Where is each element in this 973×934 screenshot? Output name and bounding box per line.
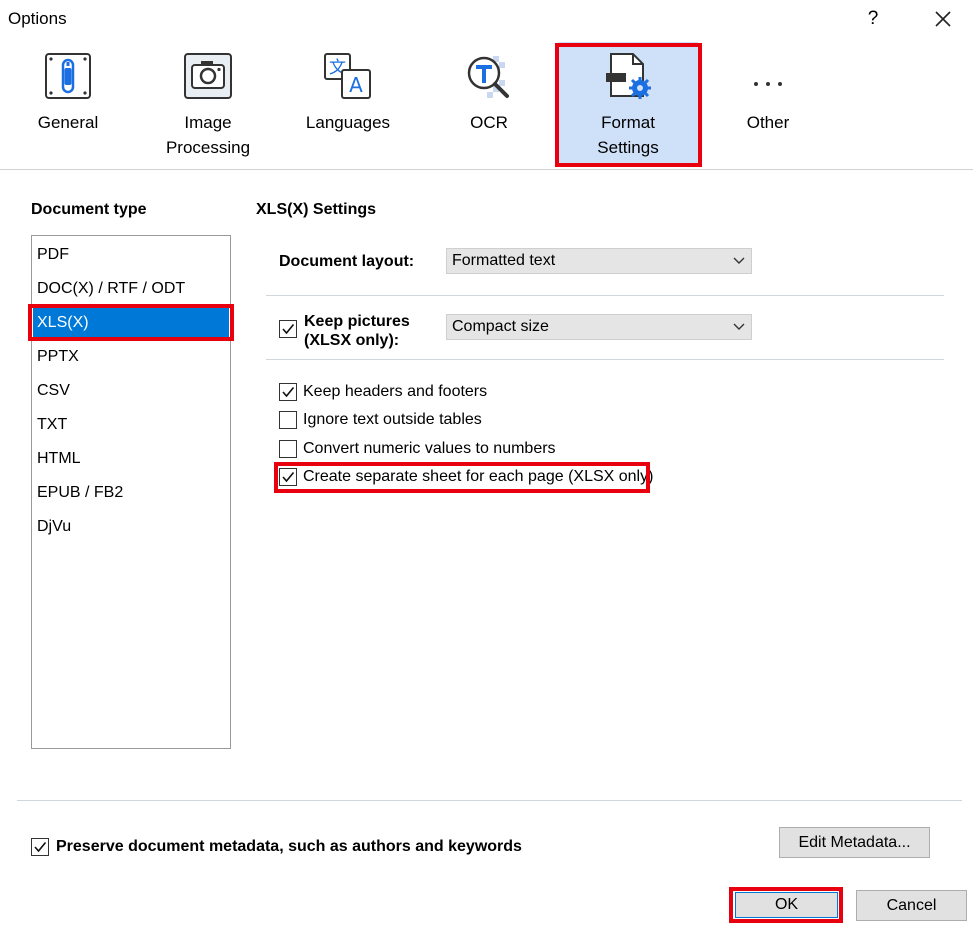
document-layout-dropdown[interactable]: Formatted text bbox=[446, 248, 752, 274]
keep-pictures-label: Keep pictures (XLSX only): bbox=[304, 312, 410, 350]
preserve-metadata-label: Preserve document metadata, such as auth… bbox=[56, 838, 522, 855]
svg-text:A: A bbox=[349, 73, 363, 97]
separate-sheet-checkbox[interactable] bbox=[279, 468, 297, 486]
tab-image-processing-label: Image Processing bbox=[165, 113, 251, 157]
options-toolbar: General Image Processing 文 A Languages O… bbox=[0, 42, 973, 170]
footer-divider bbox=[17, 800, 962, 801]
tab-format-settings[interactable]: Format Settings bbox=[558, 42, 698, 166]
tab-general[interactable]: General bbox=[0, 42, 138, 166]
checkmark-icon bbox=[34, 841, 47, 853]
edit-metadata-button[interactable]: Edit Metadata... bbox=[779, 827, 930, 858]
doc-type-pdf[interactable]: PDF bbox=[33, 240, 229, 270]
xls-settings-header: XLS(X) Settings bbox=[256, 201, 377, 218]
checkmark-icon bbox=[282, 386, 295, 398]
tab-languages-label: Languages bbox=[305, 113, 391, 132]
settings-divider-2 bbox=[266, 359, 944, 360]
document-layout-value: Formatted text bbox=[452, 252, 556, 269]
tab-languages[interactable]: 文 A Languages bbox=[278, 42, 418, 166]
chevron-down-icon bbox=[733, 257, 745, 264]
close-button[interactable] bbox=[928, 4, 958, 34]
ocr-icon bbox=[463, 50, 515, 102]
tab-image-processing[interactable]: Image Processing bbox=[138, 42, 278, 166]
cancel-button[interactable]: Cancel bbox=[856, 890, 967, 921]
doc-type-html[interactable]: HTML bbox=[33, 444, 229, 474]
toolbar-divider bbox=[0, 169, 973, 170]
chevron-down-icon bbox=[733, 323, 745, 330]
more-icon bbox=[742, 50, 794, 102]
document-type-header: Document type bbox=[31, 201, 147, 218]
pictures-size-dropdown[interactable]: Compact size bbox=[446, 314, 752, 340]
checkmark-icon bbox=[282, 323, 295, 335]
document-type-list[interactable]: PDF DOC(X) / RTF / ODT XLS(X) PPTX CSV T… bbox=[31, 235, 231, 749]
keep-headers-label: Keep headers and footers bbox=[303, 383, 488, 400]
close-icon bbox=[935, 11, 951, 27]
convert-numeric-label: Convert numeric values to numbers bbox=[303, 440, 556, 457]
format-settings-icon bbox=[602, 50, 654, 102]
doc-type-txt[interactable]: TXT bbox=[33, 410, 229, 440]
pictures-size-value: Compact size bbox=[452, 318, 549, 335]
tab-ocr[interactable]: OCR bbox=[419, 42, 559, 166]
doc-type-csv[interactable]: CSV bbox=[33, 376, 229, 406]
keep-headers-checkbox[interactable] bbox=[279, 383, 297, 401]
tab-general-label: General bbox=[37, 113, 99, 132]
keep-pictures-label-line2: (XLSX only): bbox=[304, 332, 400, 349]
doc-type-djvu[interactable]: DjVu bbox=[33, 512, 229, 542]
tab-other-label: Other bbox=[746, 113, 790, 132]
window-title: Options bbox=[8, 9, 67, 28]
document-layout-label: Document layout: bbox=[279, 253, 415, 270]
convert-numeric-checkbox[interactable] bbox=[279, 440, 297, 458]
preserve-metadata-checkbox[interactable] bbox=[31, 838, 49, 856]
keep-pictures-checkbox[interactable] bbox=[279, 320, 297, 338]
ignore-text-label: Ignore text outside tables bbox=[303, 411, 482, 428]
tab-ocr-label: OCR bbox=[470, 113, 508, 132]
ok-button[interactable]: OK bbox=[735, 892, 838, 918]
help-button[interactable]: ? bbox=[860, 4, 886, 34]
tab-other[interactable]: Other bbox=[698, 42, 838, 166]
camera-icon bbox=[182, 50, 234, 102]
doc-type-xls[interactable]: XLS(X) bbox=[33, 308, 229, 338]
doc-type-doc[interactable]: DOC(X) / RTF / ODT bbox=[33, 274, 229, 304]
checkmark-icon bbox=[282, 471, 295, 483]
doc-type-pptx[interactable]: PPTX bbox=[33, 342, 229, 372]
settings-divider-1 bbox=[266, 295, 944, 296]
separate-sheet-label: Create separate sheet for each page (XLS… bbox=[303, 468, 654, 485]
ignore-text-checkbox[interactable] bbox=[279, 411, 297, 429]
keep-pictures-label-line1: Keep pictures bbox=[304, 313, 410, 330]
tab-format-settings-label: Format Settings bbox=[597, 113, 659, 157]
languages-icon: 文 A bbox=[322, 50, 374, 102]
general-icon bbox=[42, 50, 94, 102]
doc-type-epub[interactable]: EPUB / FB2 bbox=[33, 478, 229, 508]
